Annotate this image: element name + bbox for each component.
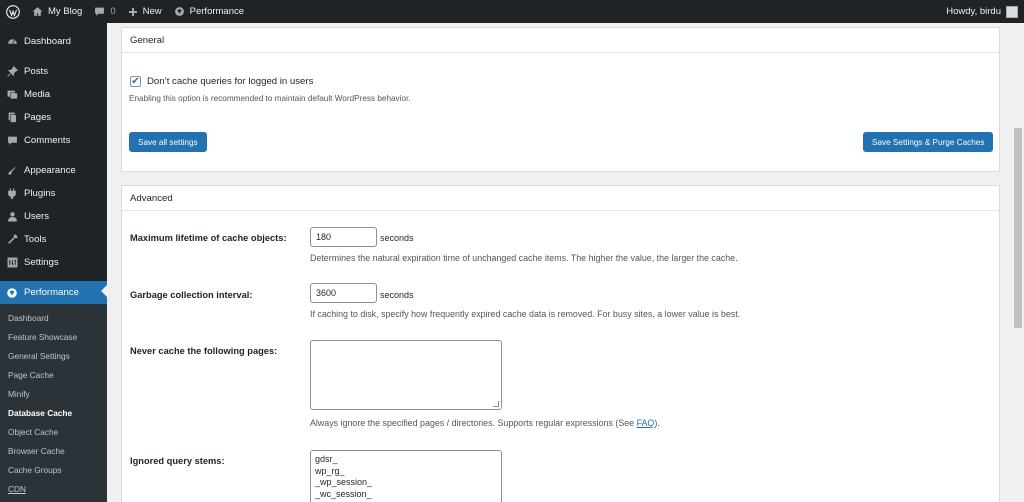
lifetime-unit: seconds xyxy=(380,233,414,243)
performance-submenu: Dashboard Feature Showcase General Setti… xyxy=(0,304,107,502)
howdy-text: Howdy, birdu xyxy=(946,6,1001,17)
logged-in-checkbox[interactable]: ✔ xyxy=(130,76,141,87)
performance-icon xyxy=(6,287,18,299)
performance-icon xyxy=(174,7,184,16)
sidebar-item-label: Media xyxy=(24,89,51,100)
general-box-title: General xyxy=(122,28,999,53)
comment-icon xyxy=(95,7,105,16)
brush-icon xyxy=(6,165,18,177)
main-content: General ✔ Don’t cache queries for logged… xyxy=(107,23,1012,502)
submenu-object-cache[interactable]: Object Cache xyxy=(0,422,107,441)
comment-icon xyxy=(6,135,18,147)
lifetime-input[interactable]: 180 xyxy=(310,227,377,247)
sidebar-item-appearance[interactable]: Appearance xyxy=(0,159,107,182)
checkbox-description: Enabling this option is recommended to m… xyxy=(129,94,411,103)
sidebar-item-label: Posts xyxy=(24,66,48,77)
home-icon xyxy=(32,7,43,16)
comments-count: 0 xyxy=(110,6,116,17)
avatar xyxy=(1006,5,1018,18)
performance-link[interactable]: Performance xyxy=(168,0,250,23)
sidebar-item-plugins[interactable]: Plugins xyxy=(0,182,107,205)
query-stems-label: Ignored query stems: xyxy=(130,456,225,466)
new-content-link[interactable]: New xyxy=(122,0,168,23)
query-stem: gdsr_ xyxy=(315,454,338,464)
lifetime-label: Maximum lifetime of cache objects: xyxy=(130,233,287,243)
faq-link[interactable]: FAQ xyxy=(637,418,655,428)
admin-bar: My Blog 0 New Performance Howdy, birdu xyxy=(0,0,1024,23)
site-name: My Blog xyxy=(48,6,83,17)
sidebar-item-users[interactable]: Users xyxy=(0,205,107,228)
new-label: New xyxy=(142,6,162,17)
performance-label: Performance xyxy=(189,6,245,17)
users-icon xyxy=(6,211,18,223)
sidebar-item-tools[interactable]: Tools xyxy=(0,228,107,251)
advanced-box-title: Advanced xyxy=(122,186,999,211)
submenu-browser-cache[interactable]: Browser Cache xyxy=(0,441,107,460)
logged-in-cache-option[interactable]: ✔ Don’t cache queries for logged in user… xyxy=(130,76,313,87)
sidebar-item-label: Dashboard xyxy=(24,36,71,47)
site-name-link[interactable]: My Blog xyxy=(26,0,88,23)
query-stem: _wp_session_ xyxy=(315,477,373,487)
media-icon xyxy=(6,89,18,101)
submenu-minify[interactable]: Minify xyxy=(0,384,107,403)
gc-unit: seconds xyxy=(380,290,414,300)
submenu-database-cache[interactable]: Database Cache xyxy=(0,403,107,422)
page-scrollbar[interactable] xyxy=(1012,23,1024,502)
wrench-icon xyxy=(6,234,18,246)
submenu-feature-showcase[interactable]: Feature Showcase xyxy=(0,327,107,346)
submenu-dashboard[interactable]: Dashboard xyxy=(0,308,107,327)
lifetime-description: Determines the natural expiration time o… xyxy=(310,253,738,263)
sidebar-item-label: Pages xyxy=(24,112,52,123)
sidebar-item-dashboard[interactable]: Dashboard xyxy=(0,30,107,53)
resize-grip-icon[interactable] xyxy=(493,401,499,407)
sidebar-item-label: Appearance xyxy=(24,165,76,176)
never-cache-label: Never cache the following pages: xyxy=(130,346,278,356)
general-box: General ✔ Don’t cache queries for logged… xyxy=(121,27,1000,172)
sidebar-item-label: Comments xyxy=(24,135,71,146)
never-cache-textarea[interactable] xyxy=(310,340,502,410)
sidebar-item-posts[interactable]: Posts xyxy=(0,60,107,83)
sidebar-item-label: Tools xyxy=(24,234,47,245)
query-stem: wp_rg_ xyxy=(315,465,345,476)
never-cache-description: Always ignore the specified pages / dire… xyxy=(310,418,660,428)
sidebar-item-comments[interactable]: Comments xyxy=(0,129,107,152)
checkbox-label: Don’t cache queries for logged in users xyxy=(147,76,314,87)
plus-icon xyxy=(128,7,137,16)
sidebar-item-label: Settings xyxy=(24,257,59,268)
admin-sidebar: Dashboard Posts Media Pages Comments App… xyxy=(0,23,107,502)
gc-description: If caching to disk, specify how frequent… xyxy=(310,309,741,319)
dashboard-icon xyxy=(6,36,18,48)
save-all-settings-button[interactable]: Save all settings xyxy=(129,132,207,152)
sidebar-item-media[interactable]: Media xyxy=(0,83,107,106)
gc-label: Garbage collection interval: xyxy=(130,290,253,300)
pin-icon xyxy=(6,66,18,78)
comments-link[interactable]: 0 xyxy=(88,0,121,23)
gc-input[interactable]: 3600 xyxy=(310,283,377,303)
sidebar-item-label: Performance xyxy=(24,287,79,298)
sidebar-item-label: Plugins xyxy=(24,188,56,199)
query-stem: _wc_session_ xyxy=(315,488,372,499)
submenu-general-settings[interactable]: General Settings xyxy=(0,346,107,365)
scrollbar-thumb[interactable] xyxy=(1014,128,1022,328)
submenu-cache-groups[interactable]: Cache Groups xyxy=(0,460,107,479)
sidebar-item-label: Users xyxy=(24,211,50,222)
plugin-icon xyxy=(6,188,18,200)
advanced-box: Advanced Maximum lifetime of cache objec… xyxy=(121,185,1000,502)
submenu-page-cache[interactable]: Page Cache xyxy=(0,365,107,384)
sidebar-item-performance[interactable]: Performance xyxy=(0,281,107,304)
my-account-link[interactable]: Howdy, birdu xyxy=(940,0,1024,23)
submenu-cdn[interactable]: CDN xyxy=(0,479,107,498)
sidebar-item-settings[interactable]: Settings xyxy=(0,251,107,274)
wordpress-logo-icon[interactable] xyxy=(0,0,26,23)
sidebar-item-pages[interactable]: Pages xyxy=(0,106,107,129)
settings-icon xyxy=(6,257,18,269)
pages-icon xyxy=(6,112,18,124)
save-purge-button[interactable]: Save Settings & Purge Caches xyxy=(863,132,994,152)
query-stems-textarea[interactable]: gdsr_ wp_rg_ _wp_session_ _wc_session_ xyxy=(310,450,502,502)
